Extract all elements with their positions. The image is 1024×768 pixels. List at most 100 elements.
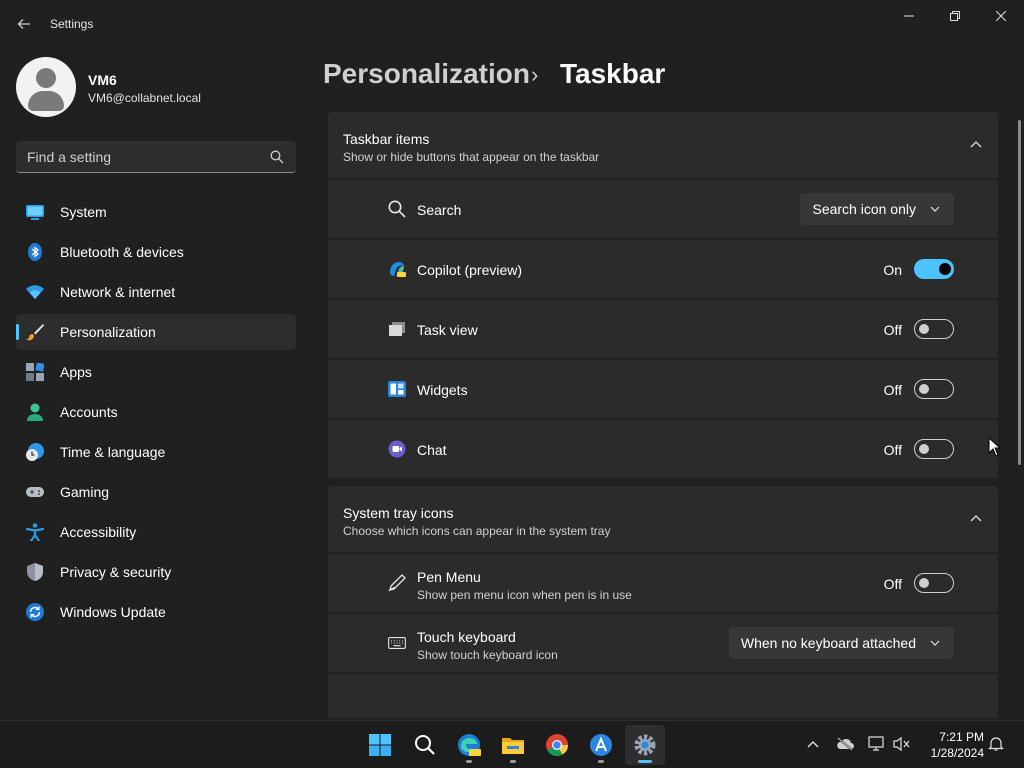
section-subtitle: Show or hide buttons that appear on the … — [343, 150, 600, 164]
toggle-knob — [919, 578, 929, 588]
tray-volume[interactable] — [893, 735, 911, 753]
setting-label: Touch keyboard — [417, 629, 516, 645]
chevron-up-icon[interactable] — [970, 514, 982, 522]
sidebar-item-system[interactable]: System — [16, 194, 296, 230]
breadcrumb-parent[interactable]: Personalization — [323, 58, 530, 90]
widgets-toggle[interactable] — [914, 379, 954, 399]
minimize-button[interactable] — [886, 0, 932, 32]
search-box[interactable] — [16, 141, 296, 173]
system-display-icon — [26, 205, 44, 220]
setting-label: Copilot (preview) — [417, 262, 523, 278]
sidebar-item-label: Privacy & security — [60, 564, 172, 580]
pen-menu-toggle[interactable] — [914, 573, 954, 593]
sidebar-item-personalization[interactable]: Personalization — [16, 314, 296, 350]
sidebar-item-privacy-security[interactable]: Privacy & security — [16, 554, 296, 590]
windows-start-icon — [369, 734, 391, 756]
chrome-icon — [546, 734, 568, 756]
taskbar-file-explorer[interactable] — [493, 725, 533, 765]
sidebar-item-gaming[interactable]: Gaming — [16, 474, 296, 510]
setting-label: Search — [417, 202, 462, 218]
chevron-up-icon — [807, 741, 819, 748]
bluetooth-icon — [28, 243, 42, 261]
start-button[interactable] — [360, 725, 400, 765]
sidebar-item-network[interactable]: Network & internet — [16, 274, 296, 310]
sidebar-item-label: Accessibility — [60, 524, 137, 540]
tray-network[interactable] — [868, 735, 886, 753]
content-scrollbar[interactable] — [1018, 120, 1021, 465]
taskbar-clock[interactable]: 7:21 PM 1/28/2024 — [918, 729, 984, 761]
section-subtitle: Choose which icons can appear in the sys… — [343, 524, 611, 538]
sidebar-item-windows-update[interactable]: Windows Update — [16, 594, 296, 630]
toggle-state-label: Off — [883, 382, 902, 398]
shield-icon — [27, 563, 43, 581]
toggle-state-label: On — [883, 262, 902, 278]
taskbar-items-header[interactable]: Taskbar items Show or hide buttons that … — [328, 112, 998, 178]
back-arrow-icon — [17, 19, 30, 29]
keyboard-icon — [388, 637, 406, 649]
toggle-state-label: Off — [883, 442, 902, 458]
copilot-toggle[interactable] — [914, 259, 954, 279]
maximize-button[interactable] — [932, 0, 978, 32]
volume-muted-icon — [893, 736, 910, 752]
close-button[interactable] — [978, 0, 1024, 32]
wifi-icon — [26, 285, 44, 299]
apps-icon — [26, 363, 44, 381]
task-view-icon — [389, 322, 405, 336]
section-title: System tray icons — [343, 505, 454, 521]
sidebar-item-accounts[interactable]: Accounts — [16, 394, 296, 430]
setting-row-pen-menu: Pen Menu Show pen menu icon when pen is … — [328, 554, 998, 612]
setting-label: Pen Menu — [417, 569, 481, 585]
chat-toggle[interactable] — [914, 439, 954, 459]
sidebar-item-label: Network & internet — [60, 284, 176, 300]
sidebar-item-label: Apps — [60, 364, 92, 380]
sidebar-item-time-language[interactable]: Time & language — [16, 434, 296, 470]
sidebar-item-accessibility[interactable]: Accessibility — [16, 514, 296, 550]
sidebar-item-label: System — [60, 204, 107, 220]
breadcrumb-separator: › — [531, 62, 539, 87]
taskbar-app-installer[interactable] — [581, 725, 621, 765]
search-input[interactable] — [16, 141, 266, 172]
toggle-state-label: Off — [883, 322, 902, 338]
search-icon — [415, 735, 435, 755]
dropdown-value: Search icon only — [812, 201, 916, 217]
gamepad-icon — [26, 487, 44, 497]
taskbar-chrome[interactable] — [537, 725, 577, 765]
back-button[interactable] — [10, 10, 38, 38]
avatar-head — [36, 68, 56, 88]
sidebar-item-apps[interactable]: Apps — [16, 354, 296, 390]
taskbar-search-button[interactable] — [405, 725, 445, 765]
accessibility-icon — [26, 523, 44, 541]
minimize-icon — [904, 15, 914, 17]
toggle-knob — [919, 444, 929, 454]
setting-row-touch-keyboard: Touch keyboard Show touch keyboard icon … — [328, 614, 998, 672]
touch-keyboard-dropdown[interactable]: When no keyboard attached — [728, 627, 954, 659]
search-icon[interactable] — [270, 150, 284, 164]
toggle-state-label: Off — [883, 576, 902, 592]
running-indicator — [598, 760, 604, 763]
paintbrush-icon — [26, 324, 44, 341]
search-mode-dropdown[interactable]: Search icon only — [800, 193, 954, 225]
task-view-toggle[interactable] — [914, 319, 954, 339]
avatar[interactable] — [16, 57, 76, 117]
chevron-up-icon[interactable] — [970, 140, 982, 148]
taskbar-settings[interactable] — [625, 725, 665, 765]
file-explorer-icon — [502, 738, 524, 754]
settings-content: Taskbar items Show or hide buttons that … — [328, 112, 998, 718]
notification-button[interactable] — [987, 735, 1005, 753]
person-icon — [27, 403, 43, 421]
system-tray-header[interactable]: System tray icons Choose which icons can… — [328, 486, 998, 552]
dropdown-value: When no keyboard attached — [740, 635, 916, 651]
tray-onedrive[interactable] — [836, 735, 854, 753]
sidebar-item-bluetooth[interactable]: Bluetooth & devices — [16, 234, 296, 270]
avatar-body — [28, 91, 64, 111]
sidebar-item-label: Personalization — [60, 324, 156, 340]
section-title: Taskbar items — [343, 131, 430, 147]
sidebar-item-label: Windows Update — [60, 604, 166, 620]
sidebar-nav: System Bluetooth & devices Network & int… — [16, 194, 296, 634]
tray-overflow-button[interactable] — [804, 735, 822, 753]
maximize-icon — [950, 11, 960, 21]
search-icon — [388, 200, 406, 218]
taskbar-edge-preview[interactable] — [449, 725, 489, 765]
setting-row-copilot: Copilot (preview) On — [328, 240, 998, 298]
onedrive-offline-icon — [837, 737, 854, 751]
